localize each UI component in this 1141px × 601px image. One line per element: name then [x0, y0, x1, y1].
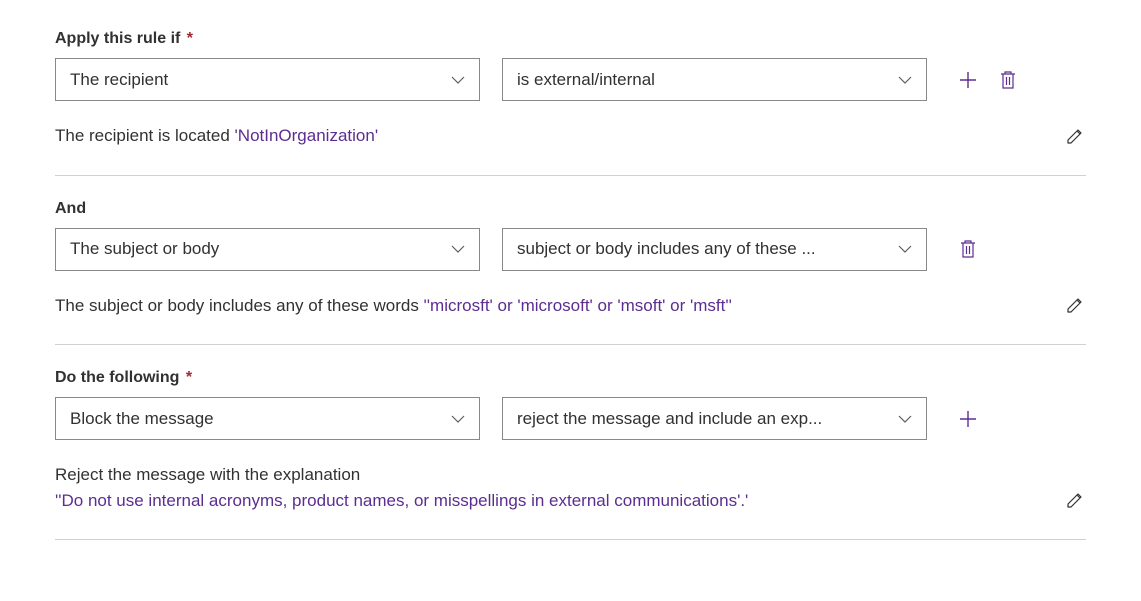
chevron-down-icon — [451, 73, 465, 87]
select-value: The recipient — [70, 70, 439, 90]
condition-row: The recipient is external/internal — [55, 58, 1086, 101]
row-actions — [957, 69, 1019, 91]
condition-summary: The recipient is located 'NotInOrganizat… — [55, 123, 1024, 149]
condition-subject-select[interactable]: The subject or body — [55, 228, 480, 271]
section-label: Apply this rule if * — [55, 30, 1086, 48]
divider — [55, 175, 1086, 176]
select-value: Block the message — [70, 409, 439, 429]
condition-predicate-select[interactable]: is external/internal — [502, 58, 927, 101]
select-value: The subject or body — [70, 239, 439, 259]
pencil-icon — [1065, 295, 1085, 315]
required-marker: * — [187, 30, 193, 47]
summary-row: The recipient is located 'NotInOrganizat… — [55, 123, 1086, 149]
condition-section-2: And The subject or body subject or body … — [55, 200, 1086, 319]
add-action-button[interactable] — [957, 408, 979, 430]
row-actions — [957, 408, 979, 430]
divider — [55, 539, 1086, 540]
summary-row: The subject or body includes any of thes… — [55, 293, 1086, 319]
plus-icon — [958, 70, 978, 90]
summary-line1: Reject the message with the explanation — [55, 465, 360, 484]
select-value: reject the message and include an exp... — [517, 409, 886, 429]
row-actions — [957, 238, 979, 260]
summary-value: 'NotInOrganization' — [235, 126, 379, 145]
add-condition-button[interactable] — [957, 69, 979, 91]
action-detail-select[interactable]: reject the message and include an exp... — [502, 397, 927, 440]
chevron-down-icon — [898, 412, 912, 426]
label-text: Do the following — [55, 369, 179, 386]
summary-prefix: The subject or body includes any of thes… — [55, 296, 424, 315]
pencil-icon — [1065, 126, 1085, 146]
condition-predicate-select[interactable]: subject or body includes any of these ..… — [502, 228, 927, 271]
delete-condition-button[interactable] — [957, 238, 979, 260]
divider — [55, 344, 1086, 345]
edit-condition-button[interactable] — [1064, 294, 1086, 316]
summary-prefix: The recipient is located — [55, 126, 235, 145]
summary-value: ''microsft' or 'microsoft' or 'msoft' or… — [424, 296, 732, 315]
action-section: Do the following * Block the message rej… — [55, 369, 1086, 513]
condition-row: The subject or body subject or body incl… — [55, 228, 1086, 271]
required-marker: * — [186, 369, 192, 386]
action-summary: Reject the message with the explanation … — [55, 462, 1024, 513]
label-text: Apply this rule if — [55, 30, 180, 47]
edit-condition-button[interactable] — [1064, 125, 1086, 147]
chevron-down-icon — [898, 242, 912, 256]
select-value: is external/internal — [517, 70, 886, 90]
select-value: subject or body includes any of these ..… — [517, 239, 886, 259]
summary-row: Reject the message with the explanation … — [55, 462, 1086, 513]
condition-subject-select[interactable]: The recipient — [55, 58, 480, 101]
plus-icon — [958, 409, 978, 429]
pencil-icon — [1065, 490, 1085, 510]
action-type-select[interactable]: Block the message — [55, 397, 480, 440]
chevron-down-icon — [451, 242, 465, 256]
trash-icon — [959, 239, 977, 259]
section-label: And — [55, 200, 1086, 218]
condition-section-1: Apply this rule if * The recipient is ex… — [55, 30, 1086, 149]
action-row: Block the message reject the message and… — [55, 397, 1086, 440]
chevron-down-icon — [451, 412, 465, 426]
delete-condition-button[interactable] — [997, 69, 1019, 91]
chevron-down-icon — [898, 73, 912, 87]
edit-action-button[interactable] — [1064, 489, 1086, 511]
trash-icon — [999, 70, 1017, 90]
section-label: Do the following * — [55, 369, 1086, 387]
summary-value: ''Do not use internal acronyms, product … — [55, 491, 748, 510]
label-text: And — [55, 200, 86, 217]
condition-summary: The subject or body includes any of thes… — [55, 293, 1024, 319]
